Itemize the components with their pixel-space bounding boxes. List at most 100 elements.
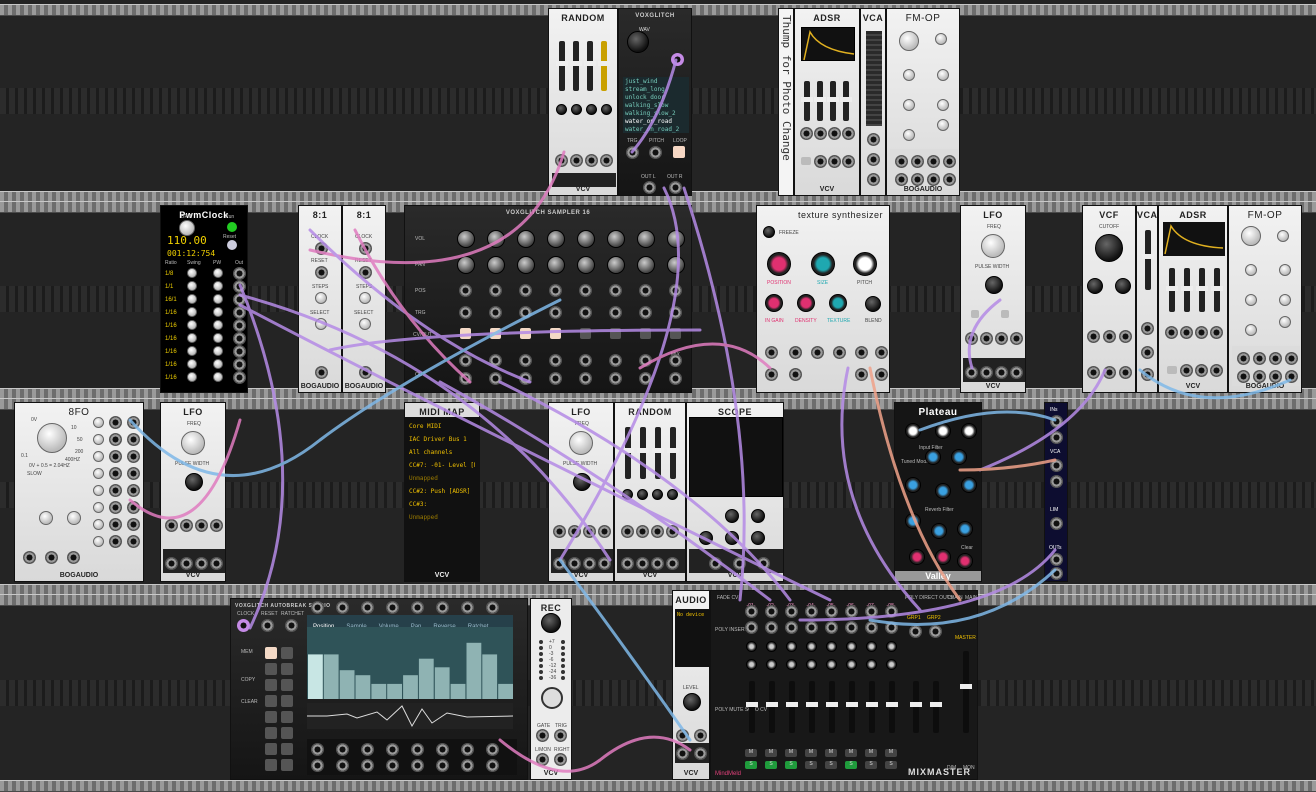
pos-jack[interactable]	[669, 284, 682, 297]
cv-jack[interactable]	[1141, 322, 1154, 335]
memory-slot-button[interactable]	[281, 743, 293, 755]
channel-fader[interactable]	[866, 681, 878, 733]
lfo-module-low2[interactable]: LFO FREQ PULSE WIDTH VCV	[548, 402, 614, 582]
trig-jack[interactable]	[621, 525, 634, 538]
trg-jack[interactable]	[519, 306, 532, 319]
cv-out-jack[interactable]	[609, 354, 622, 367]
rate-knob[interactable]	[622, 489, 633, 500]
pos-jack[interactable]	[811, 346, 824, 359]
gain1-knob[interactable]	[725, 509, 739, 523]
in-r-jack[interactable]	[789, 368, 802, 381]
sin-out-jack[interactable]	[165, 557, 178, 570]
pw-knob[interactable]	[573, 473, 591, 491]
clk-jack[interactable]	[180, 519, 193, 532]
phase-cv-jack[interactable]	[109, 484, 122, 497]
fdbk-jack[interactable]	[1253, 352, 1266, 365]
sequence-step-bar[interactable]	[339, 670, 355, 699]
sin-out-jack[interactable]	[553, 557, 566, 570]
in2-jack[interactable]	[733, 557, 746, 570]
scope-module[interactable]: SCOPE VCV	[686, 402, 784, 582]
reset-jack[interactable]	[195, 519, 208, 532]
in-jack[interactable]	[1050, 415, 1063, 428]
rel-slider[interactable]	[1211, 268, 1223, 312]
lmon-jack[interactable]	[676, 729, 689, 742]
tri-out-jack[interactable]	[980, 366, 993, 379]
plateau-knob[interactable]	[935, 549, 951, 565]
time-knob[interactable]	[699, 531, 713, 545]
channel-right-jack[interactable]	[745, 621, 758, 634]
pw-knob[interactable]	[213, 320, 223, 330]
memory-slot-button[interactable]	[265, 711, 277, 723]
channel-right-jack[interactable]	[805, 621, 818, 634]
sample-item[interactable]: unlock_door	[625, 94, 665, 102]
fdbk-jack[interactable]	[911, 155, 924, 168]
midi-mapping[interactable]: CC#3:	[409, 501, 475, 508]
mute-button[interactable]	[490, 328, 501, 339]
out-jack[interactable]	[1141, 368, 1154, 381]
output-jack[interactable]	[311, 743, 324, 756]
pan-knob[interactable]	[826, 641, 837, 652]
out-jack[interactable]	[609, 372, 622, 385]
vca-jack[interactable]	[1050, 475, 1063, 488]
rel-slider[interactable]	[840, 81, 852, 121]
gate-jack[interactable]	[1269, 370, 1282, 383]
out-jack[interactable]	[549, 372, 562, 385]
sus-jack[interactable]	[828, 127, 841, 140]
fmop-module-mid[interactable]: FM-OP BOGAUDIO	[1228, 205, 1302, 393]
out-jack[interactable]	[579, 372, 592, 385]
channel-left-jack[interactable]	[785, 605, 798, 618]
ofst-jack[interactable]	[651, 525, 664, 538]
clock-jack[interactable]	[315, 242, 328, 255]
rate-slider[interactable]	[622, 427, 634, 479]
hpf-jack[interactable]	[1119, 366, 1132, 379]
channel-fader[interactable]	[886, 681, 898, 733]
eightfo-module[interactable]: 8FO 0V 10 50 200 400HZ 0.1 0V + 0.5 = 2.…	[14, 402, 144, 582]
shape-slider[interactable]	[598, 41, 610, 91]
pan-knob[interactable]	[547, 256, 565, 274]
freq-jack[interactable]	[1087, 330, 1100, 343]
ofst-switch[interactable]	[1001, 310, 1009, 318]
ext-jack[interactable]	[757, 557, 770, 570]
cv-input-jack[interactable]	[486, 601, 499, 614]
channel-left-jack[interactable]	[765, 605, 778, 618]
level-knob[interactable]	[1245, 324, 1257, 336]
plateau-knob[interactable]	[957, 553, 973, 569]
group-fader[interactable]	[910, 681, 922, 733]
pan-knob[interactable]	[866, 641, 877, 652]
drive-jack[interactable]	[1119, 330, 1132, 343]
memory-slot-button[interactable]	[265, 727, 277, 739]
exp-out-jack[interactable]	[651, 557, 664, 570]
frequency-knob[interactable]	[37, 423, 67, 453]
output-jack[interactable]	[361, 743, 374, 756]
sequence-step-bar[interactable]	[308, 654, 323, 699]
lfo-module-low[interactable]: LFO FREQ PULSE WIDTH VCV	[160, 402, 226, 582]
sequence-step-bar[interactable]	[355, 675, 371, 699]
channel-left-jack[interactable]	[805, 605, 818, 618]
phase-out-jack[interactable]	[127, 416, 140, 429]
phase-cv-jack[interactable]	[109, 467, 122, 480]
pan-knob[interactable]	[517, 256, 535, 274]
pan-knob[interactable]	[607, 256, 625, 274]
random-module-top[interactable]: RANDOM VCV	[548, 8, 618, 196]
clock-jack[interactable]	[359, 242, 372, 255]
sequence-step-bar[interactable]	[403, 675, 418, 699]
freq-knob[interactable]	[569, 431, 593, 455]
midi-device[interactable]: IAC Driver Bus 1	[409, 436, 475, 443]
output-jack[interactable]	[311, 759, 324, 772]
pw-jack[interactable]	[1010, 332, 1023, 345]
plateau-knob[interactable]	[905, 513, 921, 529]
out-jack[interactable]	[519, 372, 532, 385]
fm-jack[interactable]	[553, 525, 566, 538]
prob-knob[interactable]	[571, 104, 582, 115]
phase-knob[interactable]	[93, 451, 104, 462]
retr-jack[interactable]	[828, 155, 841, 168]
smth-out-jack[interactable]	[666, 557, 679, 570]
vol-knob[interactable]	[577, 230, 595, 248]
clock-out-jack[interactable]	[233, 345, 246, 358]
ratio-knob[interactable]	[899, 31, 919, 51]
trg-jack[interactable]	[579, 306, 592, 319]
output-jack[interactable]	[461, 743, 474, 756]
res-knob[interactable]	[1087, 278, 1103, 294]
gate-jack[interactable]	[1180, 364, 1193, 377]
reset-jack[interactable]	[315, 266, 328, 279]
